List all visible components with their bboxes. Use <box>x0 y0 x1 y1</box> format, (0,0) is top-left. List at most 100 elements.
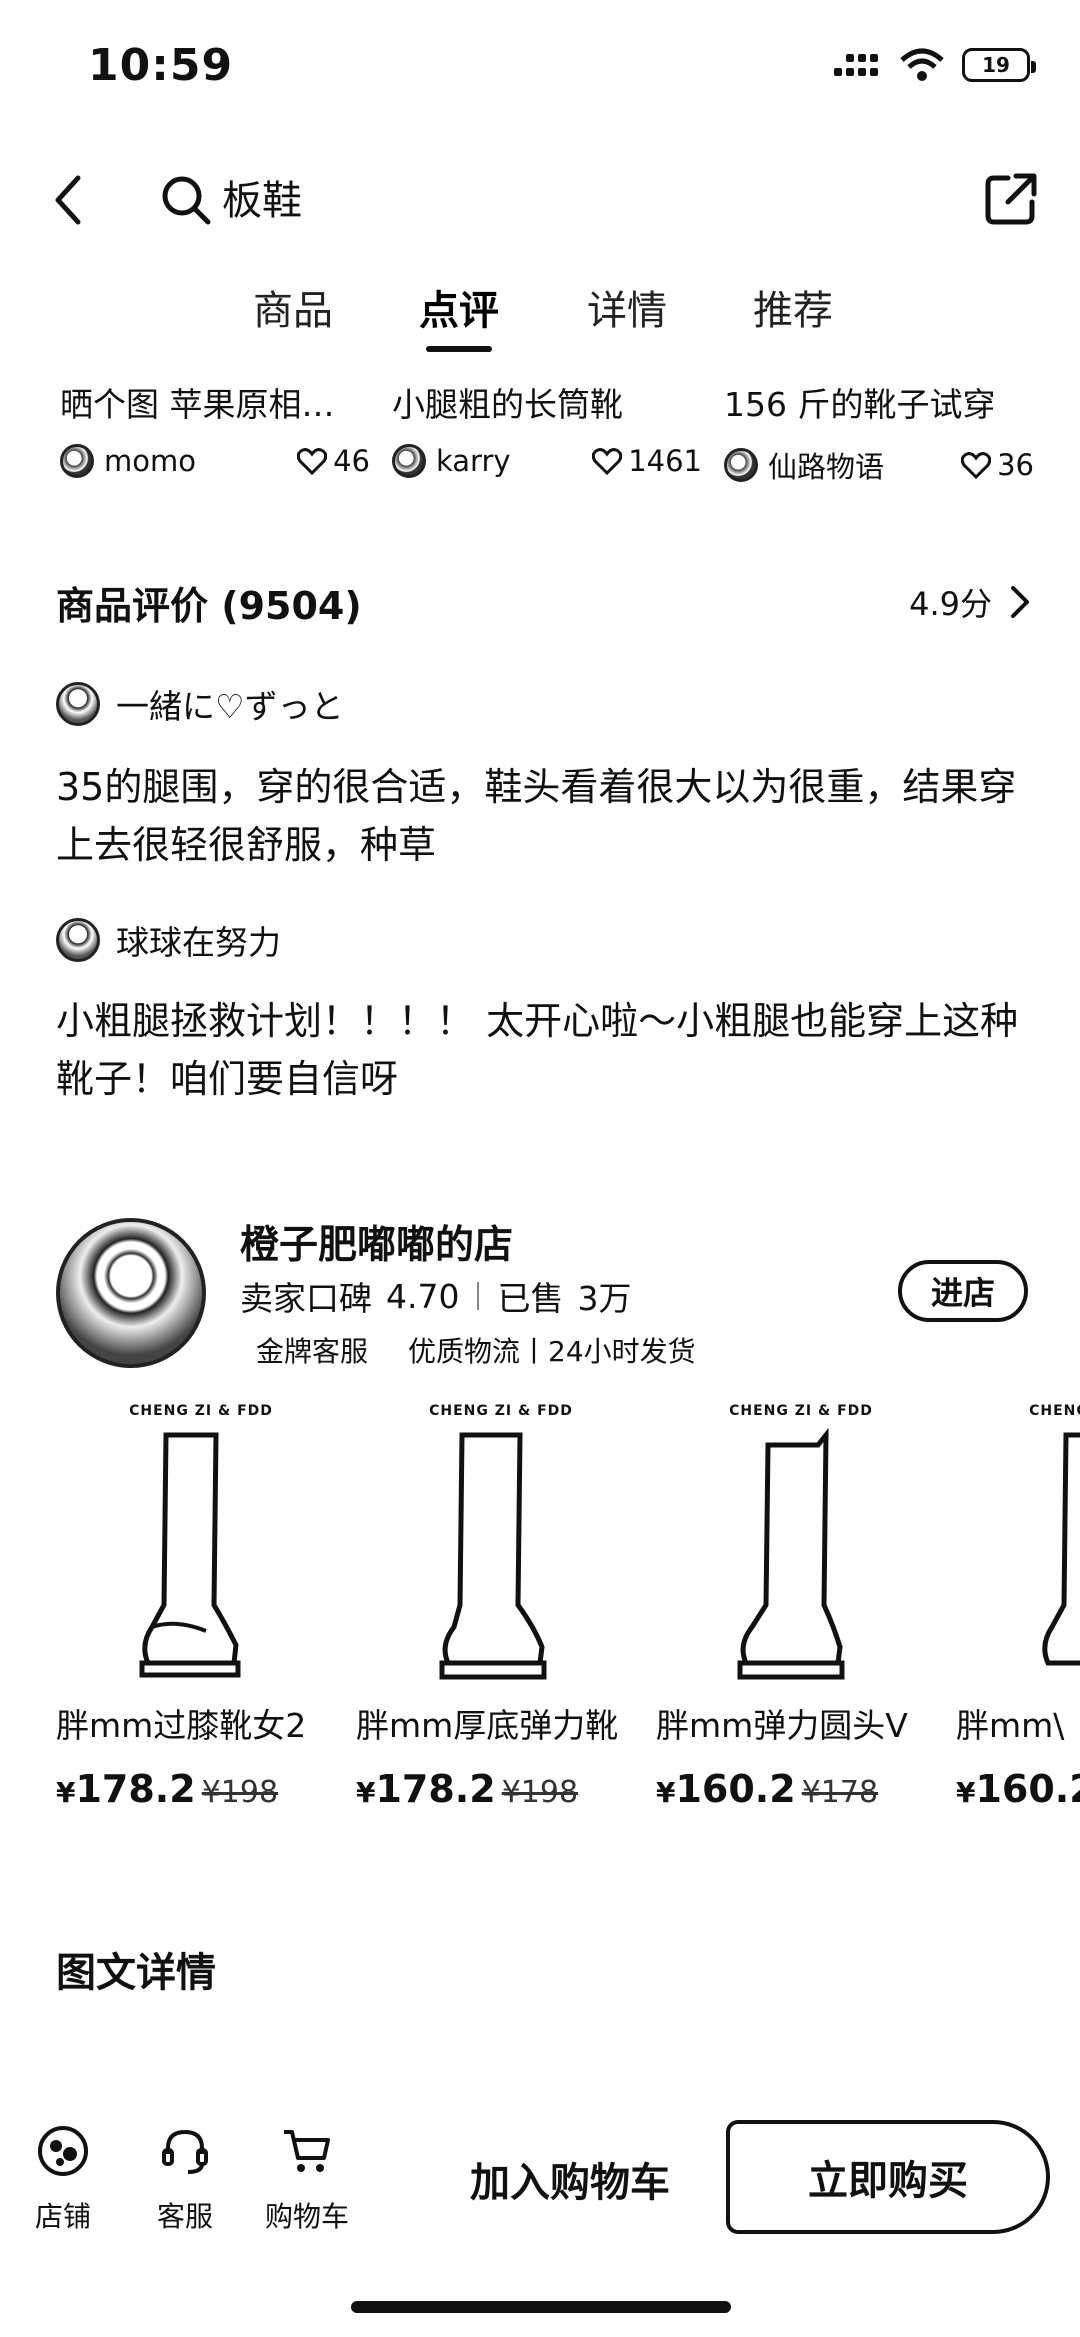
customer-service-button[interactable]: 客服 <box>130 2124 240 2235</box>
reviews-title: 商品评价 (9504) <box>56 583 362 628</box>
divider <box>477 1282 480 1310</box>
product-price: 160.2 <box>975 1767 1080 1811</box>
status-time: 10:59 <box>88 40 234 91</box>
review-username: 球球在努力 <box>116 923 281 962</box>
note-like[interactable]: 46 <box>297 444 370 478</box>
product-original-price: ¥198 <box>501 1775 579 1810</box>
cart-label: 购物车 <box>264 2200 349 2233</box>
product-brand: CHENG ZI & FDD <box>1029 1403 1080 1419</box>
review-text: 小粗腿拯救计划！！！！ 太开心啦～小粗腿也能穿上这种靴子！咱们要自信呀 <box>56 999 1019 1101</box>
note-title: 晒个图 苹果原相… <box>60 385 335 424</box>
shop-tags: 金牌客服 优质物流丨24小时发货 <box>256 1330 696 1370</box>
product-name: 胖mm\ <box>956 1706 1065 1745</box>
product-name: 胖mm弹力圆头V <box>656 1706 908 1745</box>
cart-button[interactable]: 购物车 <box>252 2124 362 2235</box>
product-card[interactable]: CHENG ZI & FDD 胖mm厚底弹力靴 ¥ 178.2 ¥198 <box>356 1395 646 1811</box>
note-title: 156 斤的靴子试穿 <box>724 385 996 424</box>
note-card[interactable]: 156 斤的靴子试穿 仙路物语 36 <box>724 378 1034 486</box>
search-icon[interactable] <box>158 172 214 228</box>
review-text: 35的腿围，穿的很合适，鞋头看着很大以为很重，结果穿上去很轻很舒服，种草 <box>56 765 1017 867</box>
boot-icon <box>1042 1432 1080 1666</box>
product-image: CHENG ZI & FDD <box>956 1395 1080 1695</box>
note-author: momo <box>104 444 196 478</box>
like-count: 46 <box>333 444 370 478</box>
heart-icon <box>961 452 992 479</box>
add-to-cart-button[interactable]: 加入购物车 <box>420 2150 720 2208</box>
boot-icon <box>737 1427 845 1680</box>
note-like[interactable]: 36 <box>961 448 1034 482</box>
notes-row: 晒个图 苹果原相… momo 46 小腿粗的长筒靴 karry 1461 156… <box>0 378 1080 498</box>
tab-details[interactable]: 详情 <box>587 278 667 336</box>
enter-shop-button[interactable]: 进店 <box>898 1260 1028 1322</box>
status-bar: 10:59 19 <box>0 0 1080 140</box>
buy-now-button[interactable]: 立即购买 <box>726 2120 1050 2234</box>
battery-icon: 19 <box>962 48 1036 82</box>
shop-tag: 金牌客服 <box>256 1335 369 1368</box>
heart-icon <box>592 448 623 475</box>
shop-rating: 4.70 <box>386 1276 460 1316</box>
shop-name[interactable]: 橙子肥嘟嘟的店 <box>240 1214 513 1270</box>
avatar <box>724 448 758 482</box>
store-label: 店铺 <box>34 2200 91 2233</box>
cart-icon <box>284 2130 330 2172</box>
note-author: karry <box>436 444 511 478</box>
search-query[interactable]: 板鞋 <box>222 168 302 226</box>
shop-avatar[interactable] <box>56 1218 206 1368</box>
boot-icon <box>439 1432 547 1680</box>
battery-level: 19 <box>982 53 1010 77</box>
currency-symbol: ¥ <box>356 1776 376 1809</box>
heart-icon <box>297 448 328 475</box>
tab-active-indicator <box>426 346 492 352</box>
shop-stats: 卖家口碑 4.70 已售 3万 <box>240 1272 631 1320</box>
tab-recommend[interactable]: 推荐 <box>753 278 833 336</box>
product-name: 胖mm过膝靴女2 <box>56 1706 307 1745</box>
service-label: 客服 <box>156 2200 213 2233</box>
product-price: 178.2 <box>375 1767 496 1811</box>
product-original-price: ¥198 <box>201 1775 279 1810</box>
note-card[interactable]: 小腿粗的长筒靴 karry 1461 <box>392 378 702 478</box>
product-image: CHENG ZI & FDD <box>56 1395 346 1695</box>
avatar <box>56 918 100 962</box>
reviews-score: 4.9分 <box>909 585 992 623</box>
shop-products: CHENG ZI & FDD 胖mm过膝靴女2 ¥ 178.2 ¥198 CHE… <box>0 1395 1080 1825</box>
currency-symbol: ¥ <box>656 1776 676 1809</box>
product-price: 160.2 <box>675 1767 796 1811</box>
bottom-action-bar: 店铺 客服 购物车 加入购物车 立即购买 <box>0 2100 1080 2260</box>
review-user: 球球在努力 <box>56 916 281 964</box>
shop-sold-label: 已售 <box>497 1279 564 1318</box>
tab-products[interactable]: 商品 <box>253 278 333 336</box>
product-brand: CHENG ZI & FDD <box>729 1403 873 1419</box>
detail-section-title: 图文详情 <box>56 1950 216 1996</box>
currency-symbol: ¥ <box>56 1776 76 1809</box>
like-count: 1461 <box>628 444 702 478</box>
chevron-right-icon <box>1011 586 1029 618</box>
section-tabs: 商品 点评 详情 推荐 <box>0 278 1080 358</box>
shop-tag: 优质物流丨24小时发货 <box>408 1335 696 1368</box>
home-indicator[interactable] <box>351 2301 731 2313</box>
note-card[interactable]: 晒个图 苹果原相… momo 46 <box>60 378 370 478</box>
note-like[interactable]: 1461 <box>592 444 702 478</box>
review-user: 一緒に♡ずっと <box>56 680 344 728</box>
note-title: 小腿粗的长筒靴 <box>392 385 623 424</box>
wifi-icon <box>900 48 944 81</box>
product-image: CHENG ZI & FDD <box>356 1395 646 1695</box>
share-icon[interactable] <box>980 168 1042 230</box>
product-name: 胖mm厚底弹力靴 <box>356 1706 619 1745</box>
reviews-header[interactable]: 商品评价 (9504) 4.9分 <box>56 572 1032 632</box>
avatar <box>56 682 100 726</box>
product-image: CHENG ZI & FDD <box>656 1395 946 1695</box>
shop-rating-label: 卖家口碑 <box>240 1279 372 1318</box>
product-card[interactable]: CHENG ZI & FDD 胖mm\ ¥ 160.2 <box>956 1395 1080 1811</box>
boot-icon <box>139 1432 241 1678</box>
tab-reviews[interactable]: 点评 <box>419 278 499 336</box>
product-card[interactable]: CHENG ZI & FDD 胖mm过膝靴女2 ¥ 178.2 ¥198 <box>56 1395 346 1811</box>
product-brand: CHENG ZI & FDD <box>129 1403 273 1419</box>
store-icon <box>38 2126 88 2176</box>
store-button[interactable]: 店铺 <box>8 2124 118 2235</box>
avatar <box>392 444 426 478</box>
product-card[interactable]: CHENG ZI & FDD 胖mm弹力圆头V ¥ 160.2 ¥178 <box>656 1395 946 1811</box>
top-nav: 板鞋 <box>0 150 1080 250</box>
back-icon[interactable] <box>44 170 94 230</box>
currency-symbol: ¥ <box>956 1776 976 1809</box>
status-icons: 19 <box>834 48 1036 82</box>
